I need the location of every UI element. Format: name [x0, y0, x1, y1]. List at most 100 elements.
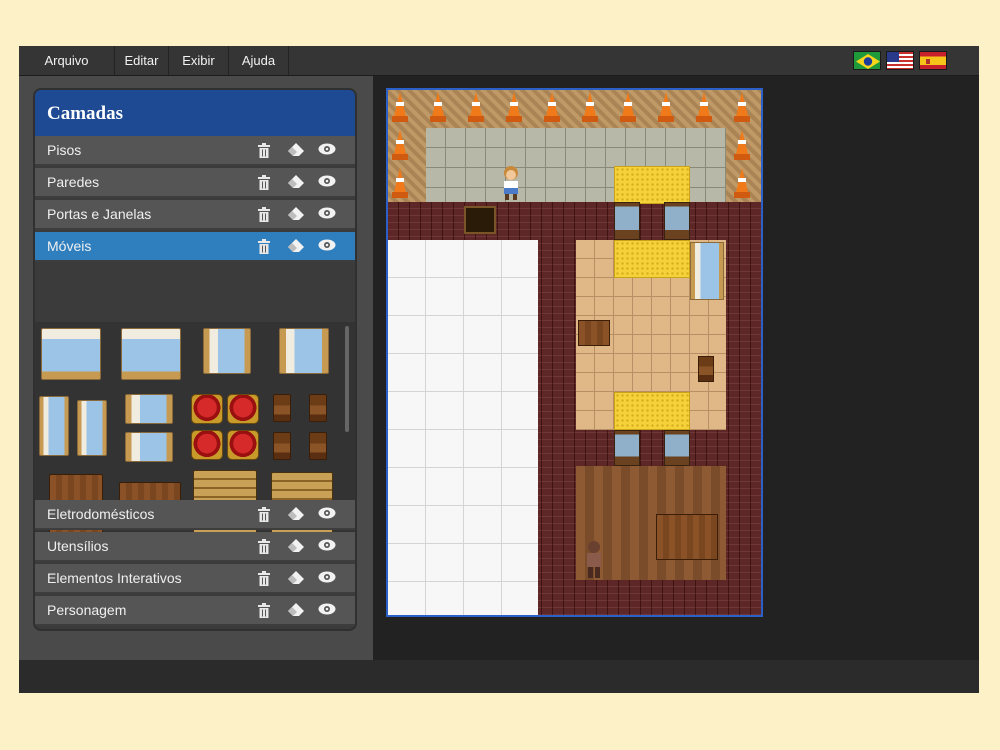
chair — [698, 356, 714, 382]
trash-icon — [257, 239, 275, 255]
trash-layer-button[interactable] — [257, 571, 275, 589]
trash-layer-button[interactable] — [257, 239, 275, 257]
eraser-layer-button[interactable] — [287, 143, 305, 161]
palette-scrollbar[interactable] — [345, 326, 349, 432]
eraser-layer-button[interactable] — [287, 539, 305, 557]
eraser-icon — [287, 207, 305, 221]
window — [464, 206, 496, 234]
traffic-cone — [658, 92, 674, 122]
trash-icon — [257, 207, 275, 223]
trash-layer-button[interactable] — [257, 143, 275, 161]
chair-tile[interactable] — [273, 432, 291, 460]
layer-label: Pisos — [47, 142, 82, 158]
eraser-layer-button[interactable] — [287, 507, 305, 525]
character-sprite — [500, 164, 522, 200]
single-bed-tile[interactable] — [77, 400, 107, 456]
eye-layer-button[interactable] — [318, 239, 336, 257]
traffic-cone — [468, 92, 484, 122]
door — [614, 202, 640, 240]
eye-layer-button[interactable] — [318, 143, 336, 161]
yellow-mat — [614, 240, 690, 278]
traffic-cone — [430, 92, 446, 122]
eye-layer-button[interactable] — [318, 539, 336, 557]
bed — [690, 242, 724, 300]
layer-row-personagem[interactable]: Personagem — [35, 596, 355, 626]
armchair-tile[interactable] — [227, 430, 259, 460]
layer-row-paredes[interactable]: Paredes — [35, 168, 355, 198]
layers-panel-title: Camadas — [35, 90, 355, 136]
eye-icon — [318, 507, 336, 519]
traffic-cone — [582, 92, 598, 122]
armchair-tile[interactable] — [191, 430, 223, 460]
eraser-layer-button[interactable] — [287, 207, 305, 225]
eraser-layer-button[interactable] — [287, 175, 305, 193]
eraser-icon — [287, 239, 305, 253]
eye-layer-button[interactable] — [318, 507, 336, 525]
eraser-icon — [287, 507, 305, 521]
spain-flag-icon[interactable] — [919, 51, 947, 70]
bed-tile[interactable] — [203, 328, 251, 374]
status-bar — [19, 660, 979, 693]
door — [664, 430, 690, 466]
eye-icon — [318, 239, 336, 251]
app-window: Arquivo Editar Exibir Ajuda Camadas Piso… — [19, 46, 979, 693]
bed-tile[interactable] — [125, 432, 173, 462]
double-bed-tile[interactable] — [41, 328, 101, 380]
layer-label: Eletrodomésticos — [47, 506, 155, 522]
layer-row-moveis[interactable]: Móveis — [35, 232, 355, 262]
chair-tile[interactable] — [273, 394, 291, 422]
yellow-mat — [614, 392, 690, 430]
eye-layer-button[interactable] — [318, 207, 336, 225]
chair-tile[interactable] — [309, 432, 327, 460]
trash-layer-button[interactable] — [257, 175, 275, 193]
left-panel: Camadas Pisos Paredes Portas e Janelas M… — [19, 76, 373, 660]
map-canvas-area[interactable] — [373, 76, 979, 660]
trash-icon — [257, 571, 275, 587]
layer-row-elementos-interativos[interactable]: Elementos Interativos — [35, 564, 355, 594]
menu-editar[interactable]: Editar — [115, 46, 169, 75]
eraser-layer-button[interactable] — [287, 239, 305, 257]
eraser-icon — [287, 175, 305, 189]
layer-row-eletrodomesticos[interactable]: Eletrodomésticos — [35, 500, 355, 530]
menu-arquivo[interactable]: Arquivo — [19, 46, 115, 75]
layer-row-utensilios[interactable]: Utensílios — [35, 532, 355, 562]
eraser-layer-button[interactable] — [287, 571, 305, 589]
character-sprite — [584, 540, 604, 578]
door — [614, 430, 640, 466]
eraser-layer-button[interactable] — [287, 603, 305, 621]
armchair-tile[interactable] — [227, 394, 259, 424]
menu-bar: Arquivo Editar Exibir Ajuda — [19, 46, 979, 76]
bed-tile[interactable] — [279, 328, 329, 374]
eraser-icon — [287, 571, 305, 585]
trash-layer-button[interactable] — [257, 207, 275, 225]
layer-label: Elementos Interativos — [47, 570, 182, 586]
menu-exibir[interactable]: Exibir — [169, 46, 229, 75]
single-bed-tile[interactable] — [39, 396, 69, 456]
table — [578, 320, 610, 346]
double-bed-tile[interactable] — [121, 328, 181, 380]
map-canvas[interactable] — [386, 88, 763, 617]
layer-row-pisos[interactable]: Pisos — [35, 136, 355, 166]
eye-icon — [318, 571, 336, 583]
layer-label: Móveis — [47, 238, 92, 254]
trash-layer-button[interactable] — [257, 539, 275, 557]
eye-layer-button[interactable] — [318, 175, 336, 193]
eye-icon — [318, 143, 336, 155]
menu-ajuda[interactable]: Ajuda — [229, 46, 289, 75]
eye-layer-button[interactable] — [318, 603, 336, 621]
traffic-cone — [734, 130, 750, 160]
layer-row-portas-e-janelas[interactable]: Portas e Janelas — [35, 200, 355, 230]
trash-layer-button[interactable] — [257, 603, 275, 621]
eye-layer-button[interactable] — [318, 571, 336, 589]
eye-icon — [318, 603, 336, 615]
bed-tile[interactable] — [125, 394, 173, 424]
trash-layer-button[interactable] — [257, 507, 275, 525]
traffic-cone — [506, 92, 522, 122]
traffic-cone — [696, 92, 712, 122]
trash-icon — [257, 539, 275, 555]
usa-flag-icon[interactable] — [886, 51, 914, 70]
brazil-flag-icon[interactable] — [853, 51, 881, 70]
chair-tile[interactable] — [309, 394, 327, 422]
yellow-mat — [614, 166, 690, 204]
armchair-tile[interactable] — [191, 394, 223, 424]
